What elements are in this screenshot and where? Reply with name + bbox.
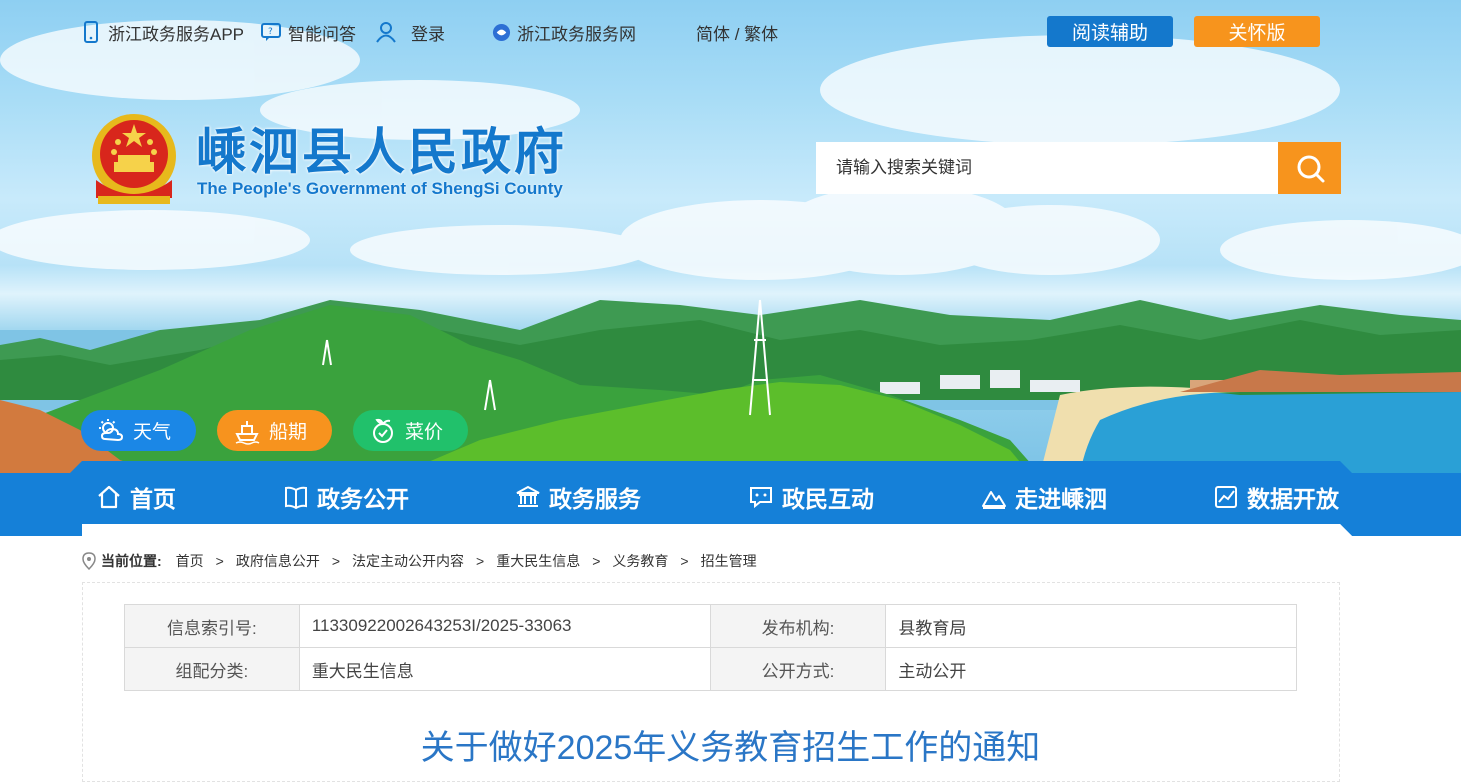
- zj-logo-icon: [492, 23, 511, 41]
- document-meta-table: 信息索引号: 11330922002643253I/2025-33063 发布机…: [124, 604, 1297, 691]
- mountain-icon: [982, 491, 1006, 509]
- search-button[interactable]: [1278, 142, 1341, 194]
- meta-publisher-value: 县教育局: [885, 604, 1297, 648]
- breadcrumb-item-compulsory-education[interactable]: 义务教育: [612, 551, 668, 571]
- vegetable-icon: [373, 418, 393, 443]
- meta-mode-key: 公开方式:: [709, 647, 887, 691]
- book-icon: [285, 486, 307, 510]
- breadcrumb-item-enrollment[interactable]: 招生管理: [701, 551, 757, 571]
- weather-pill[interactable]: 天气: [81, 410, 196, 451]
- nav-gov-services-label: 政务服务: [549, 486, 641, 512]
- meta-index-value: 11330922002643253I/2025-33063: [298, 604, 711, 648]
- nav-open-data-label: 数据开放: [1247, 486, 1339, 512]
- breadcrumb-label: 当前位置:: [101, 553, 162, 569]
- breadcrumb-item-statutory-content[interactable]: 法定主动公开内容: [352, 551, 464, 571]
- header-banner: 浙江政务服务APP ? 智能问答 登录 浙江政务服务网 简体 / 繁体 阅读辅助…: [0, 0, 1461, 474]
- smart-qa-link[interactable]: ? 智能问答: [260, 20, 356, 44]
- svg-text:?: ?: [268, 27, 273, 37]
- nav-gov-affairs-open-label: 政务公开: [317, 486, 409, 512]
- nav-home-label: 首页: [130, 486, 176, 512]
- login-label: 登录: [411, 24, 445, 44]
- phone-icon: [84, 21, 98, 43]
- site-subtitle: The People's Government of ShengSi Count…: [197, 179, 563, 198]
- nav-about-shengsi-label: 走进嵊泗: [1015, 486, 1107, 512]
- breadcrumb-separator: >: [592, 553, 601, 569]
- login-link[interactable]: 登录: [375, 20, 445, 44]
- reading-aid-button[interactable]: 阅读辅助: [1047, 16, 1173, 47]
- meta-mode-value: 主动公开: [885, 647, 1297, 691]
- nav-gov-affairs-open[interactable]: 政务公开: [283, 478, 409, 516]
- national-emblem-icon: [92, 114, 176, 204]
- chat-icon: ?: [261, 23, 281, 41]
- document-title: 关于做好2025年义务教育招生工作的通知: [420, 729, 1041, 767]
- building-icon: [516, 485, 540, 507]
- landscape-scene: [0, 20, 1461, 474]
- search-icon: [1297, 155, 1324, 183]
- top-bar: 浙江政务服务APP ? 智能问答 登录 浙江政务服务网 简体 / 繁体 阅读辅助…: [0, 0, 1461, 64]
- breadcrumb-item-home[interactable]: 首页: [176, 551, 204, 571]
- meta-category-value: 重大民生信息: [298, 647, 711, 691]
- vegetable-price-label: 菜价: [405, 422, 444, 443]
- table-row: 组配分类: 重大民生信息 公开方式: 主动公开: [124, 647, 1297, 691]
- zj-app-link[interactable]: 浙江政务服务APP: [80, 20, 244, 44]
- nav-about-shengsi[interactable]: 走进嵊泗: [981, 478, 1107, 516]
- user-icon: [376, 22, 396, 43]
- smart-qa-label: 智能问答: [288, 24, 356, 44]
- meta-index-key: 信息索引号:: [124, 604, 300, 648]
- ship-schedule-pill[interactable]: 船期: [217, 410, 332, 451]
- lang-switch[interactable]: 简体 / 繁体: [696, 20, 778, 44]
- breadcrumb-separator: >: [476, 553, 485, 569]
- nav-gov-services[interactable]: 政务服务: [515, 478, 641, 516]
- nav-home[interactable]: 首页: [96, 478, 176, 516]
- weather-label: 天气: [133, 422, 172, 443]
- nav-interaction-label: 政民互动: [782, 486, 874, 512]
- breadcrumb-separator: >: [215, 553, 224, 569]
- meta-category-key: 组配分类:: [124, 647, 300, 691]
- site-title: 嵊泗县人民政府: [196, 124, 567, 180]
- nav-open-data[interactable]: 数据开放: [1213, 478, 1339, 516]
- breadcrumb-separator: >: [331, 553, 341, 569]
- ship-icon: [235, 420, 260, 445]
- breadcrumb-separator: >: [680, 553, 689, 569]
- nav-interaction[interactable]: 政民互动: [748, 478, 874, 516]
- zj-gov-service-link[interactable]: 浙江政务服务网: [492, 20, 636, 44]
- zj-app-label: 浙江政务服务APP: [108, 24, 245, 44]
- weather-icon: [99, 418, 124, 441]
- table-row: 信息索引号: 11330922002643253I/2025-33063 发布机…: [124, 604, 1297, 648]
- vegetable-price-pill[interactable]: 菜价: [353, 410, 468, 451]
- lang-switch-label: 简体 / 繁体: [696, 24, 779, 44]
- home-icon: [98, 485, 120, 509]
- search-input[interactable]: [816, 142, 1278, 194]
- message-icon: [750, 487, 772, 509]
- chart-icon: [1215, 486, 1237, 508]
- meta-publisher-key: 发布机构:: [709, 604, 887, 648]
- breadcrumb-item-info-disclosure[interactable]: 政府信息公开: [236, 551, 320, 571]
- ship-schedule-label: 船期: [269, 422, 308, 443]
- zj-gov-service-label: 浙江政务服务网: [517, 24, 636, 44]
- breadcrumb: 当前位置: 首页 > 政府信息公开 > 法定主动公开内容 > 重大民生信息 > …: [81, 550, 757, 572]
- breadcrumb-item-livelihood-info[interactable]: 重大民生信息: [496, 551, 580, 571]
- care-version-button[interactable]: 关怀版: [1194, 16, 1320, 47]
- location-pin-icon: [82, 552, 96, 570]
